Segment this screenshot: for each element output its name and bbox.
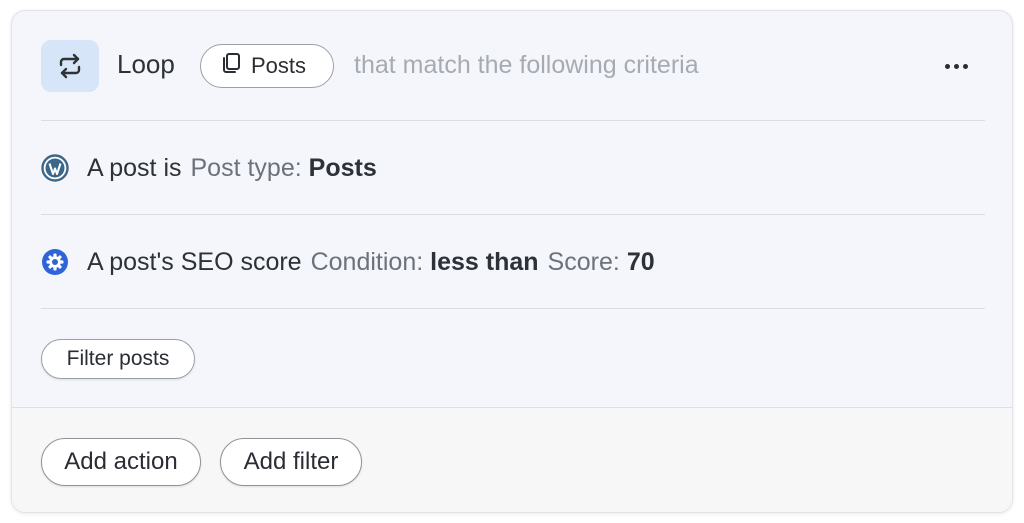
condition-text: A post's SEO score Condition: less than …	[87, 248, 655, 277]
filter-posts-button[interactable]: Filter posts	[41, 339, 195, 379]
add-filter-button[interactable]: Add filter	[220, 438, 362, 486]
wordpress-logo-icon	[41, 154, 69, 182]
more-dot	[962, 63, 968, 69]
loop-arrows-icon	[41, 40, 99, 92]
condition-row-post-type[interactable]: A post is Post type: Posts	[41, 148, 985, 188]
param-label: Condition:	[310, 247, 424, 276]
condition-row-seo-score[interactable]: A post's SEO score Condition: less than …	[41, 242, 985, 282]
condition-subject: A post's SEO score	[87, 247, 302, 276]
copy-pages-icon	[221, 52, 241, 80]
loop-header: Loop Posts that match the following crit…	[12, 11, 1012, 121]
condition-subject: A post is	[87, 153, 182, 182]
criteria-text: that match the following criteria	[354, 51, 699, 79]
param-value: less than	[430, 247, 539, 276]
card-footer: Add action Add filter	[12, 407, 1012, 512]
param-label: Post type:	[190, 153, 302, 182]
loop-card: Loop Posts that match the following crit…	[11, 10, 1013, 513]
param-value: Posts	[308, 153, 377, 182]
posts-chip-label: Posts	[251, 53, 307, 78]
seo-gear-badge-icon	[41, 248, 69, 276]
posts-source-chip[interactable]: Posts	[200, 44, 334, 88]
condition-text: A post is Post type: Posts	[87, 154, 377, 183]
param-value: 70	[626, 247, 655, 276]
divider	[41, 120, 985, 121]
param-label: Score:	[547, 247, 620, 276]
loop-title: Loop	[117, 49, 175, 79]
add-action-button[interactable]: Add action	[41, 438, 201, 486]
more-options-button[interactable]	[938, 53, 974, 79]
divider	[41, 214, 985, 215]
divider	[41, 308, 985, 309]
more-dot	[944, 63, 950, 69]
more-dot	[953, 63, 959, 69]
